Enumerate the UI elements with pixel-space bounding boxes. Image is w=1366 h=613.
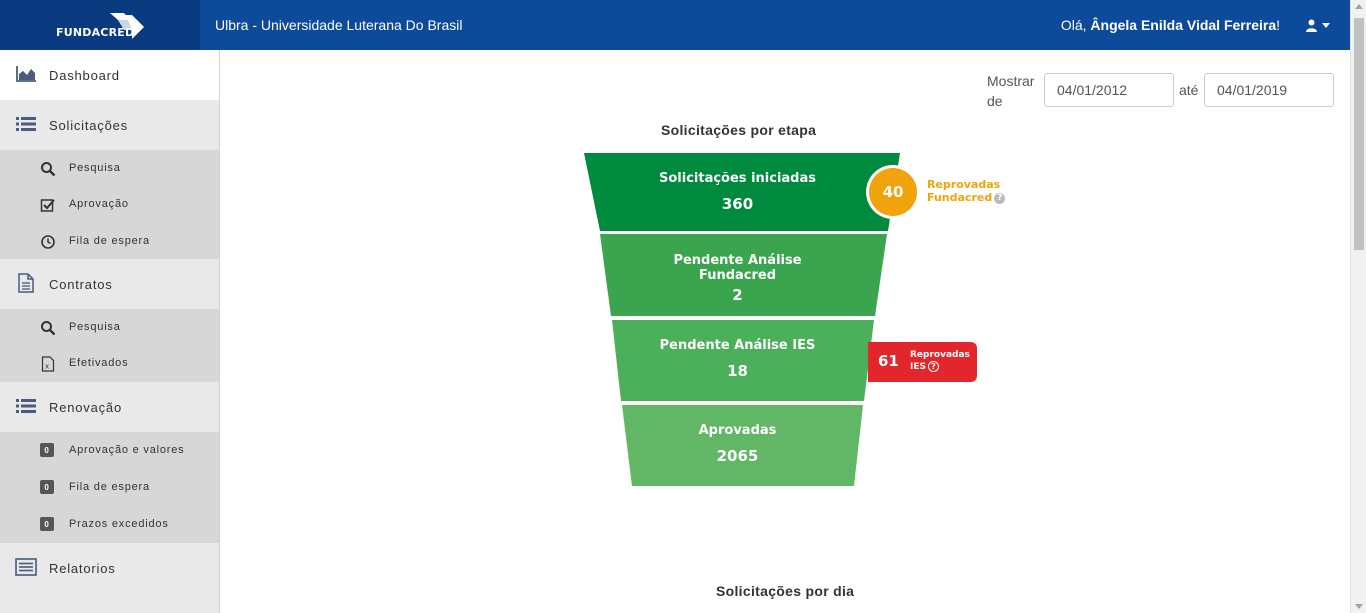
rejected-fundacred-badge[interactable]: 40 xyxy=(866,165,920,219)
svg-text:x: x xyxy=(45,363,50,371)
report-list-icon xyxy=(15,558,37,576)
sidebar-subitem-contratos-pesquisa[interactable]: Pesquisa xyxy=(0,309,219,345)
excel-file-icon: x xyxy=(41,356,55,372)
scroll-thumb[interactable] xyxy=(1354,18,1364,250)
user-name: Ângela Enilda Vidal Ferreira xyxy=(1090,17,1277,33)
sidebar-item-relatorios[interactable]: Relatorios xyxy=(0,543,219,593)
stage-label-iniciadas: Solicitações iniciadas 360 xyxy=(659,171,816,213)
count-badge: 0 xyxy=(40,443,54,457)
stage-label-pendente-ies: Pendente Análise IES 18 xyxy=(659,338,816,380)
help-icon[interactable]: ? xyxy=(994,192,1006,204)
gear-icon xyxy=(15,607,37,613)
rejected-ies-badge[interactable]: 61 Reprovadas IES? xyxy=(868,342,977,382)
sidebar-subitem-pesquisa[interactable]: Pesquisa xyxy=(0,150,219,186)
sidebar-subitem-fila-de-espera[interactable]: Fila de espera xyxy=(0,223,219,259)
count-badge: 0 xyxy=(40,517,54,531)
sidebar-item-renovacao[interactable]: Renovação xyxy=(0,382,219,432)
stage-label-aprovadas: Aprovadas 2065 xyxy=(698,423,777,465)
sidebar-subitem-aprovacao[interactable]: Aprovação xyxy=(0,186,219,222)
page-scrollbar[interactable] xyxy=(1350,0,1366,613)
document-icon xyxy=(18,273,34,293)
rejected-fundacred-label: Reprovadas Fundacred? xyxy=(927,178,1006,204)
logo-text: FUNDACRED xyxy=(56,26,135,39)
sidebar-item-solicitacoes[interactable]: Solicitações xyxy=(0,100,219,150)
clock-icon xyxy=(41,235,55,249)
caret-down-icon xyxy=(1322,22,1330,28)
list-icon xyxy=(16,117,36,131)
renovacao-submenu: 0 Aprovação e valores 0 Fila de espera 0… xyxy=(0,432,219,543)
daily-chart-title: Solicitações por dia xyxy=(716,583,855,599)
sidebar-item-contratos[interactable]: Contratos xyxy=(0,259,219,309)
count-badge: 0 xyxy=(40,480,54,494)
sidebar-subitem-aprovacao-valores[interactable]: 0 Aprovação e valores xyxy=(0,432,219,468)
main-content: Mostrar de 04/01/2012 até 04/01/2019 Sol… xyxy=(220,50,1350,613)
sidebar-item-dashboard[interactable]: Dashboard xyxy=(0,50,219,100)
logo[interactable]: FUNDACRED xyxy=(0,0,200,50)
scroll-down-arrow-icon[interactable] xyxy=(1355,604,1363,609)
search-icon xyxy=(41,162,56,177)
checkbox-checked-icon xyxy=(40,199,55,212)
help-icon[interactable]: ? xyxy=(927,361,939,372)
institution-name: Ulbra - Universidade Luterana Do Brasil xyxy=(215,17,463,33)
sidebar-subitem-efetivados[interactable]: x Efetivados xyxy=(0,345,219,381)
sidebar-item-next-partial[interactable] xyxy=(0,593,219,613)
search-icon xyxy=(41,321,56,336)
scroll-up-arrow-icon[interactable] xyxy=(1355,4,1363,9)
stage-label-pendente-fundacred: Pendente Análise Fundacred 2 xyxy=(673,253,802,304)
contratos-submenu: Pesquisa x Efetivados xyxy=(0,309,219,382)
user-icon xyxy=(1306,19,1317,32)
sidebar: Dashboard Solicitações Pesquisa Aprovaçã… xyxy=(0,50,220,613)
user-greeting: Olá, Ângela Enilda Vidal Ferreira! xyxy=(1060,17,1280,33)
sidebar-subitem-renovacao-fila[interactable]: 0 Fila de espera xyxy=(0,469,219,505)
sidebar-subitem-prazos-excedidos[interactable]: 0 Prazos excedidos xyxy=(0,506,219,542)
area-chart-icon xyxy=(16,66,36,82)
funnel-chart xyxy=(584,153,900,486)
solicitacoes-submenu: Pesquisa Aprovação Fila de espera xyxy=(0,150,219,259)
user-menu-button[interactable] xyxy=(1305,14,1335,36)
top-bar: FUNDACRED Ulbra - Universidade Luterana … xyxy=(0,0,1350,50)
list-icon xyxy=(16,399,36,413)
